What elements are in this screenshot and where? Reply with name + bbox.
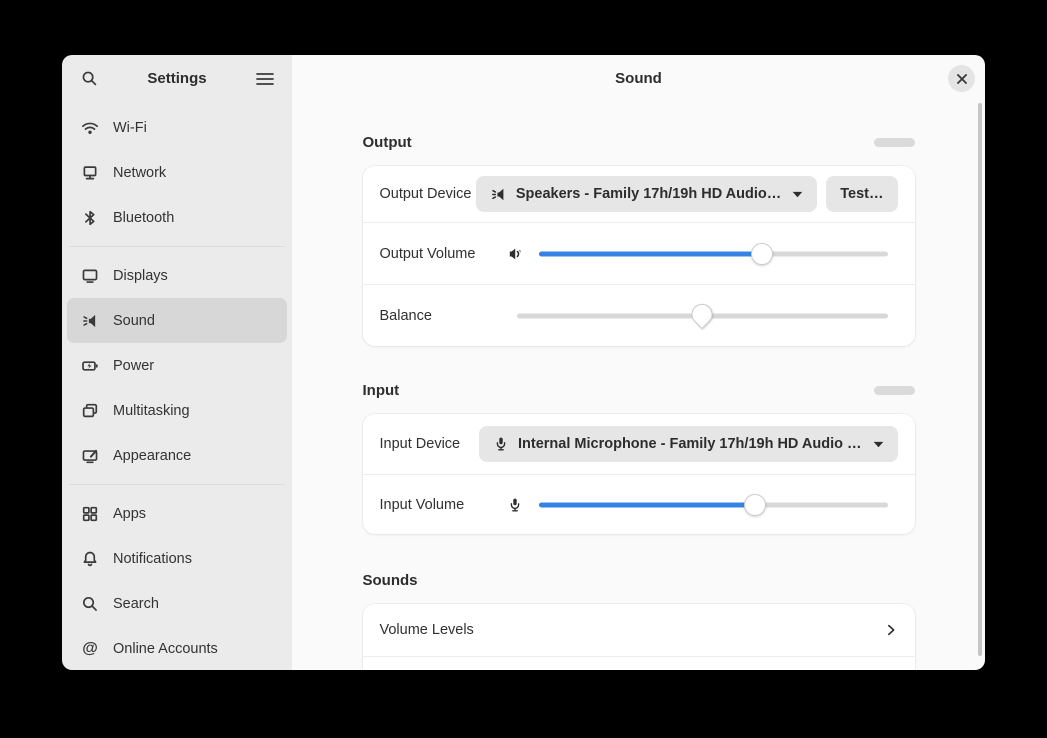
search-button[interactable] (74, 64, 104, 94)
balance-row: Balance (363, 284, 915, 346)
sidebar-item-label: Multitasking (113, 403, 190, 419)
input-device-label: Input Device (380, 436, 461, 452)
volume-levels-row[interactable]: Volume Levels (363, 604, 915, 656)
sidebar-item-network[interactable]: Network (67, 150, 287, 195)
input-volume-slider[interactable] (539, 492, 888, 518)
output-volume-label: Output Volume (380, 246, 505, 262)
multitasking-icon (81, 402, 99, 420)
sidebar-item-label: Power (113, 358, 154, 374)
displays-icon (81, 267, 99, 285)
sidebar-nav: Wi-Fi Network Bluetooth Displays (62, 102, 292, 670)
chevron-down-icon (792, 191, 803, 198)
chevron-down-icon (873, 441, 884, 448)
output-volume-row: Output Volume (363, 222, 915, 284)
balance-slider-handle[interactable] (687, 299, 717, 329)
sidebar-item-label: Search (113, 596, 159, 612)
output-volume-slider-handle[interactable] (751, 243, 773, 265)
output-title: Output (363, 134, 412, 151)
input-volume-slider-handle[interactable] (744, 494, 766, 516)
input-section-header: Input (363, 380, 915, 400)
input-level-meter (874, 386, 915, 395)
sidebar-item-label: Online Accounts (113, 641, 218, 657)
output-card: Output Device Speakers - Family 17h/19h … (363, 166, 915, 346)
microphone-icon (493, 436, 509, 452)
sidebar-item-search[interactable]: Search (67, 581, 287, 626)
bell-icon (81, 550, 99, 568)
sound-panel: Sound Output Output Device (292, 55, 985, 670)
sidebar-separator (69, 484, 285, 485)
output-device-row: Output Device Speakers - Family 17h/19h … (363, 166, 915, 222)
desktop: { "sidebar": { "title": "Settings", "ite… (0, 0, 1047, 738)
sidebar-item-online-accounts[interactable]: @ Online Accounts (67, 626, 287, 670)
chevron-right-icon (884, 623, 898, 637)
sidebar-item-sound[interactable]: Sound (67, 298, 287, 343)
output-device-label: Output Device (380, 186, 472, 202)
input-volume-row: Input Volume (363, 474, 915, 534)
sidebar-item-power[interactable]: Power (67, 343, 287, 388)
input-title: Input (363, 382, 400, 399)
search-icon (81, 595, 99, 613)
sidebar-item-multitasking[interactable]: Multitasking (67, 388, 287, 433)
output-volume-slider[interactable] (539, 241, 888, 267)
appearance-icon (81, 447, 99, 465)
sound-icon (81, 312, 99, 330)
scrollbar[interactable] (978, 103, 982, 656)
sidebar-item-appearance[interactable]: Appearance (67, 433, 287, 478)
balance-label: Balance (380, 308, 505, 324)
search-icon (81, 70, 98, 87)
sounds-title: Sounds (363, 572, 418, 589)
sidebar-item-label: Apps (113, 506, 146, 522)
input-volume-label: Input Volume (380, 497, 505, 513)
at-icon: @ (81, 640, 99, 658)
sound-content: Output Output Device Speakers - Family 1… (363, 102, 915, 670)
settings-window: Settings Wi-Fi Network (62, 55, 985, 670)
sidebar: Settings Wi-Fi Network (62, 55, 292, 670)
output-level-meter (874, 138, 915, 147)
speaker-icon (490, 186, 507, 203)
sidebar-item-wifi[interactable]: Wi-Fi (67, 105, 287, 150)
bluetooth-icon (81, 209, 99, 227)
clipped-row[interactable] (363, 656, 915, 670)
volume-levels-label: Volume Levels (380, 622, 474, 638)
microphone-icon (505, 497, 525, 513)
sidebar-item-notifications[interactable]: Notifications (67, 536, 287, 581)
input-device-value: Internal Microphone - Family 17h/19h HD … (518, 436, 861, 452)
sidebar-title: Settings (104, 70, 250, 87)
input-device-dropdown[interactable]: Internal Microphone - Family 17h/19h HD … (479, 426, 897, 462)
sidebar-item-displays[interactable]: Displays (67, 253, 287, 298)
sidebar-item-label: Appearance (113, 448, 191, 464)
headerbar: Sound (292, 55, 985, 102)
test-button-label: Test… (840, 186, 883, 202)
sidebar-item-label: Sound (113, 313, 155, 329)
hamburger-icon (256, 72, 274, 86)
sidebar-item-bluetooth[interactable]: Bluetooth (67, 195, 287, 240)
test-speakers-button[interactable]: Test… (826, 176, 897, 212)
page-title: Sound (615, 70, 662, 87)
sidebar-header: Settings (62, 55, 292, 102)
apps-icon (81, 505, 99, 523)
sounds-section-header: Sounds (363, 570, 915, 590)
input-card: Input Device Internal Microphone - Famil… (363, 414, 915, 534)
network-icon (81, 164, 99, 182)
sidebar-item-apps[interactable]: Apps (67, 491, 287, 536)
balance-slider[interactable] (517, 303, 888, 329)
input-device-row: Input Device Internal Microphone - Famil… (363, 414, 915, 474)
sidebar-item-label: Notifications (113, 551, 192, 567)
sidebar-item-label: Displays (113, 268, 168, 284)
output-device-dropdown[interactable]: Speakers - Family 17h/19h HD Audio… (476, 176, 817, 212)
output-device-value: Speakers - Family 17h/19h HD Audio… (516, 186, 781, 202)
power-icon (81, 357, 99, 375)
sounds-card: Volume Levels (363, 604, 915, 670)
close-icon (956, 73, 968, 85)
volume-icon (505, 245, 525, 263)
sidebar-item-label: Wi-Fi (113, 120, 147, 136)
sidebar-item-label: Network (113, 165, 166, 181)
output-section-header: Output (363, 132, 915, 152)
sidebar-item-label: Bluetooth (113, 210, 174, 226)
wifi-icon (81, 119, 99, 137)
sidebar-separator (69, 246, 285, 247)
close-button[interactable] (948, 65, 975, 92)
main-menu-button[interactable] (250, 64, 280, 94)
